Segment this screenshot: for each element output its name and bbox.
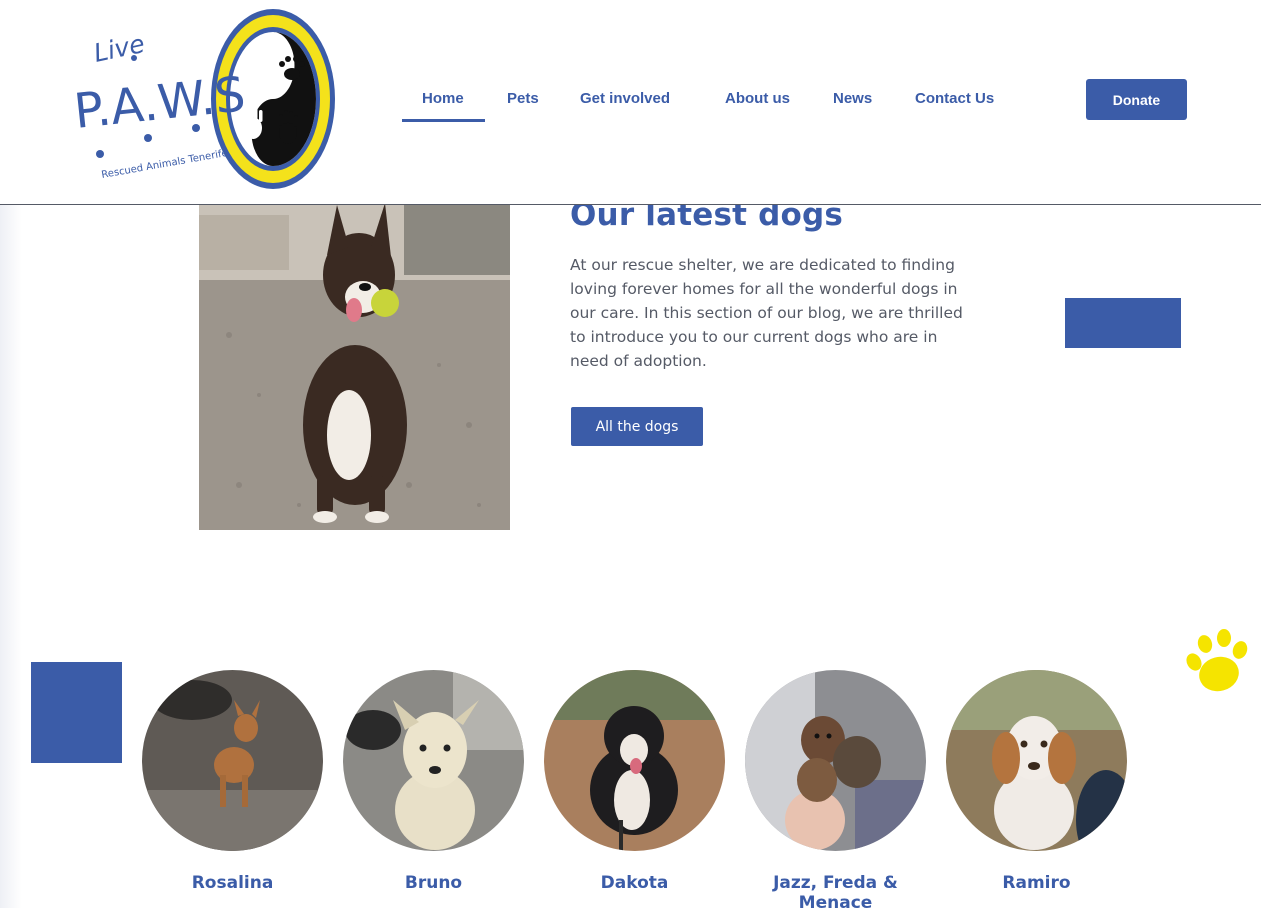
logo-word-live: Live xyxy=(91,29,147,68)
donate-button[interactable]: Donate xyxy=(1086,79,1187,120)
carousel-decorative-block xyxy=(31,662,122,763)
nav-home[interactable]: Home xyxy=(402,80,485,122)
dog-name[interactable]: Dakota xyxy=(544,873,725,893)
dog-name[interactable]: Bruno xyxy=(343,873,524,893)
dog-card-dakota[interactable]: Dakota xyxy=(544,670,725,893)
dog-name[interactable]: Ramiro xyxy=(946,873,1127,893)
nav-news[interactable]: News xyxy=(833,80,872,118)
nav-pets[interactable]: Pets xyxy=(507,80,539,118)
dog-photo[interactable] xyxy=(946,670,1127,851)
dog-card-ramiro[interactable]: Ramiro xyxy=(946,670,1127,893)
section-description: At our rescue shelter, we are dedicated … xyxy=(570,256,963,370)
dog-photo[interactable] xyxy=(544,670,725,851)
nav-get-involved[interactable]: Get involved xyxy=(580,80,670,118)
dog-card-rosalina[interactable]: Rosalina xyxy=(142,670,323,893)
logo-tagline: Rescued Animals Tenerife xyxy=(101,148,229,181)
dog-card-bruno[interactable]: Bruno xyxy=(343,670,524,893)
site-header: Live P.A.W.S Rescued Animals Tenerife Ho… xyxy=(0,0,1261,205)
dog-photo[interactable] xyxy=(343,670,524,851)
dog-photo[interactable] xyxy=(745,670,926,851)
featured-dog-photo xyxy=(199,185,510,530)
dog-name[interactable]: Jazz, Freda & Menace xyxy=(745,873,926,913)
dog-photo[interactable] xyxy=(142,670,323,851)
nav-contact-us[interactable]: Contact Us xyxy=(915,80,994,118)
all-dogs-button[interactable]: All the dogs xyxy=(571,407,703,446)
site-logo[interactable]: Live P.A.W.S Rescued Animals Tenerife xyxy=(70,6,340,194)
decorative-block xyxy=(1065,298,1181,348)
left-edge-shade xyxy=(0,205,22,908)
nav-about-us[interactable]: About us xyxy=(725,80,790,118)
paw-icon xyxy=(1185,628,1249,694)
dog-card-jazz-freda-menace[interactable]: Jazz, Freda & Menace xyxy=(745,670,926,913)
dog-name[interactable]: Rosalina xyxy=(142,873,323,893)
